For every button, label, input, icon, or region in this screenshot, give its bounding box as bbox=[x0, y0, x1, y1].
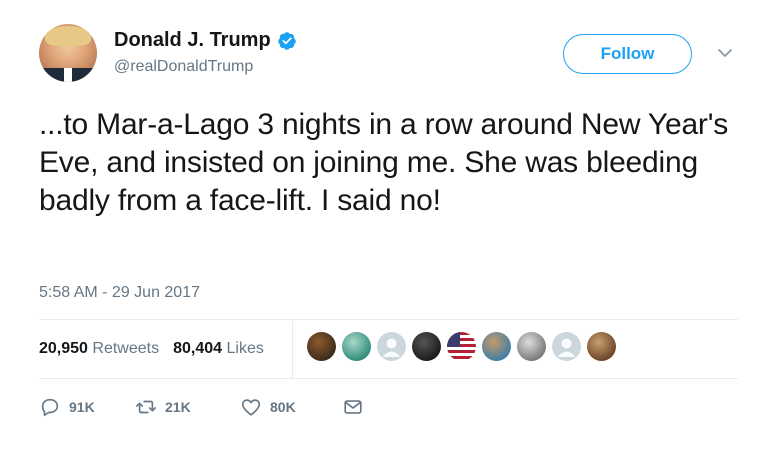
liker-avatar[interactable] bbox=[482, 332, 511, 361]
liker-avatar[interactable] bbox=[517, 332, 546, 361]
liker-avatar[interactable] bbox=[412, 332, 441, 361]
tweet-text: ...to Mar-a-Lago 3 nights in a row aroun… bbox=[39, 108, 729, 217]
tweet-timestamp[interactable]: 5:58 AM - 29 Jun 2017 bbox=[39, 284, 200, 302]
author-handle[interactable]: @realDonaldTrump bbox=[114, 58, 253, 76]
liker-avatar[interactable] bbox=[307, 332, 336, 361]
likes-count: 80,404 bbox=[173, 340, 223, 357]
like-count: 80K bbox=[270, 399, 296, 415]
envelope-icon bbox=[344, 400, 362, 414]
direct-message-action[interactable] bbox=[342, 396, 364, 418]
retweets-stat[interactable]: 20,950 Retweets bbox=[39, 340, 159, 358]
likes-label: Likes bbox=[226, 340, 264, 357]
author-name-row[interactable]: Donald J. Trump bbox=[114, 29, 297, 52]
tweet-stats: 20,950 Retweets 80,404 Likes bbox=[39, 340, 264, 358]
divider-bottom bbox=[39, 378, 738, 379]
reply-action[interactable]: 91K bbox=[39, 396, 135, 418]
liker-avatar[interactable] bbox=[587, 332, 616, 361]
retweet-icon bbox=[136, 400, 156, 414]
default-avatar-icon bbox=[377, 332, 406, 361]
like-action[interactable]: 80K bbox=[240, 396, 342, 418]
author-avatar[interactable] bbox=[39, 24, 97, 82]
heart-icon bbox=[241, 399, 261, 416]
reply-count: 91K bbox=[69, 399, 95, 415]
reply-icon bbox=[41, 398, 59, 417]
liker-avatar[interactable] bbox=[377, 332, 406, 361]
liker-avatar[interactable] bbox=[447, 332, 476, 361]
avatar-collar bbox=[64, 68, 72, 82]
liker-avatar[interactable] bbox=[552, 332, 581, 361]
likes-stat[interactable]: 80,404 Likes bbox=[173, 340, 264, 358]
avatar-hair bbox=[45, 26, 91, 46]
tweet-actions: 91K 21K 80K bbox=[39, 396, 364, 418]
liker-avatars bbox=[307, 332, 616, 361]
retweets-label: Retweets bbox=[92, 340, 160, 357]
divider-top bbox=[39, 319, 738, 320]
author-name[interactable]: Donald J. Trump bbox=[114, 29, 271, 52]
retweet-action[interactable]: 21K bbox=[135, 396, 240, 418]
verified-badge-icon bbox=[277, 31, 296, 50]
chevron-down-icon[interactable] bbox=[717, 47, 733, 59]
stats-separator bbox=[292, 321, 293, 379]
default-avatar-icon bbox=[552, 332, 581, 361]
retweets-count: 20,950 bbox=[39, 340, 88, 357]
retweet-count: 21K bbox=[165, 399, 191, 415]
follow-button[interactable]: Follow bbox=[563, 34, 692, 74]
liker-avatar[interactable] bbox=[342, 332, 371, 361]
